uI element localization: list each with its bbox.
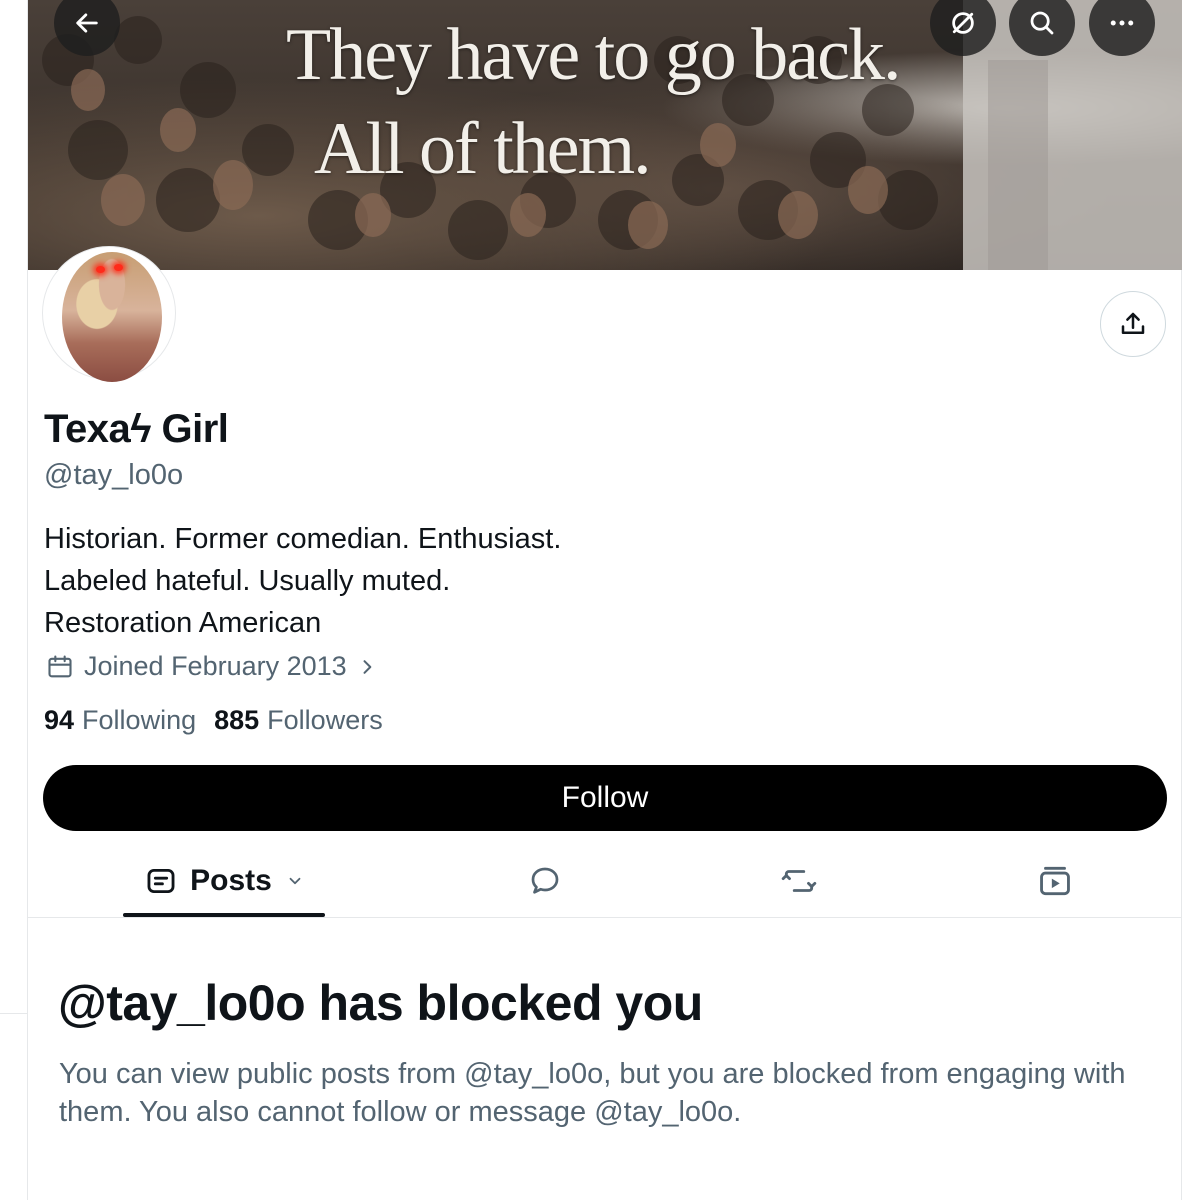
arrow-left-icon — [76, 13, 98, 33]
share-button[interactable] — [1100, 291, 1166, 357]
tab-posts-label: Posts — [190, 864, 272, 897]
slashed-circle-icon — [952, 12, 974, 34]
search-icon — [1030, 11, 1054, 35]
repost-icon — [781, 870, 817, 892]
share-icon — [1121, 312, 1145, 334]
media-icon — [1040, 866, 1070, 896]
active-tab-indicator — [123, 913, 325, 917]
profile-bio: Historian. Former comedian. Enthusiast. … — [44, 518, 561, 644]
profile-handle: @tay_lo0o — [44, 459, 184, 491]
tab-media[interactable] — [1018, 845, 1092, 917]
followers-count: 885 — [214, 705, 260, 735]
glowing-eye-right — [114, 264, 123, 271]
followers-label: Followers — [267, 705, 383, 735]
posts-icon — [147, 868, 175, 894]
banner-line-1: They have to go back. — [286, 14, 901, 96]
tab-reposts[interactable] — [762, 845, 836, 917]
tab-replies[interactable] — [508, 845, 582, 917]
following-label: Following — [82, 705, 197, 735]
joined-date: Joined February 2013 — [84, 651, 347, 681]
bio-line: Historian. Former comedian. Enthusiast. — [44, 523, 562, 555]
glowing-eye-left — [96, 266, 105, 273]
joined-date-row[interactable]: Joined February 2013 — [46, 651, 377, 682]
calendar-icon — [48, 654, 72, 677]
chevron-down-icon — [289, 877, 301, 885]
follow-button[interactable]: Follow — [43, 765, 1167, 831]
reply-icon — [531, 867, 559, 894]
profile-tabs: Posts — [28, 845, 1182, 918]
followers-link[interactable]: 885 Followers — [214, 705, 383, 736]
chevron-right-icon — [363, 659, 372, 674]
banner-line-2: All of them. — [314, 108, 652, 190]
follow-stats: 94 Following 885 Followers — [44, 705, 383, 736]
bio-line: Labeled hateful. Usually muted. — [44, 565, 451, 597]
following-count: 94 — [44, 705, 75, 735]
bio-line: Restoration American — [44, 607, 322, 639]
profile-banner[interactable]: They have to go back. All of them. — [28, 0, 1182, 270]
more-icon — [1110, 20, 1134, 26]
banner-caption: They have to go back. All of them. — [286, 8, 901, 196]
avatar-photo — [62, 252, 162, 382]
tab-posts[interactable]: Posts — [123, 845, 325, 917]
following-link[interactable]: 94 Following — [44, 705, 196, 736]
blocked-title: @tay_lo0o has blocked you — [58, 975, 703, 1031]
divider — [0, 1013, 27, 1014]
blocked-message: You can view public posts from @tay_lo0o… — [59, 1058, 1126, 1128]
profile-name: Texaϟ Girl — [44, 407, 229, 451]
